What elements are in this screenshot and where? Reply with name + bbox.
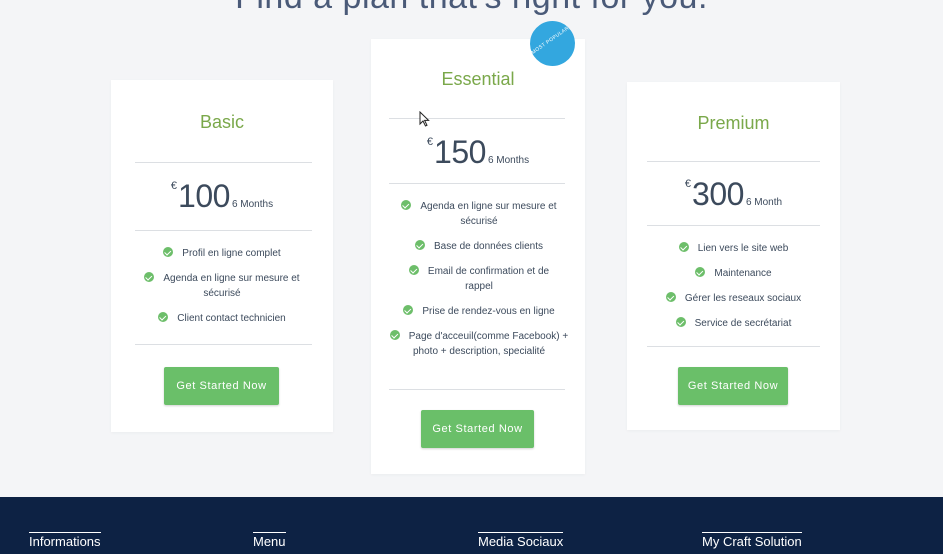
divider <box>389 183 565 184</box>
check-icon <box>678 242 689 252</box>
feature-list: Profil en ligne complet Agenda en ligne … <box>129 246 315 336</box>
footer-link-my-craft-solution[interactable]: My Craft Solution <box>702 532 802 549</box>
feature-item: Agenda en ligne sur mesure et sécurisé <box>129 271 315 301</box>
divider <box>389 118 565 119</box>
get-started-button-basic[interactable]: Get Started Now <box>164 367 279 405</box>
price-amount: 100 <box>178 178 230 214</box>
check-icon <box>389 330 400 340</box>
divider <box>647 161 820 162</box>
divider <box>135 162 312 163</box>
feature-item: Agenda en ligne sur mesure et sécurisé <box>397 199 561 229</box>
check-icon <box>408 265 419 275</box>
page-heading: Find a plan that's right for you. <box>0 0 943 17</box>
currency-symbol: € <box>170 180 178 192</box>
check-icon <box>415 240 426 250</box>
plan-price: €300 6 Month <box>627 176 840 213</box>
mouse-cursor-icon <box>419 110 430 132</box>
feature-item: Profil en ligne complet <box>129 246 315 261</box>
check-icon <box>158 312 169 322</box>
price-period: 6 Months <box>487 155 530 166</box>
price-amount: 150 <box>434 134 486 170</box>
price-period: 6 Month <box>745 197 783 208</box>
feature-item: Service de secrétariat <box>645 316 822 331</box>
get-started-button-premium[interactable]: Get Started Now <box>678 367 788 405</box>
plan-name: Basic <box>199 112 244 132</box>
currency-symbol: € <box>684 178 692 190</box>
feature-item: Lien vers le site web <box>645 241 822 256</box>
divider <box>389 389 565 390</box>
site-footer: Informations Menu Media Sociaux My Craft… <box>0 497 943 554</box>
price-period: 6 Months <box>231 199 274 210</box>
footer-link-menu[interactable]: Menu <box>253 532 286 549</box>
check-icon <box>665 292 676 302</box>
check-icon <box>163 247 174 257</box>
footer-link-media-sociaux[interactable]: Media Sociaux <box>478 532 564 549</box>
plan-name: Premium <box>697 113 770 133</box>
feature-item: Client contact technicien <box>129 311 315 326</box>
plan-price: €150 6 Months <box>371 134 585 171</box>
plan-card-essential: Essential €150 6 Months Agenda en ligne s… <box>371 39 585 474</box>
price-amount: 300 <box>692 176 744 212</box>
footer-link-informations[interactable]: Informations <box>29 532 101 549</box>
divider <box>135 344 312 345</box>
feature-list: Agenda en ligne sur mesure et sécurisé B… <box>389 199 568 369</box>
get-started-button-essential[interactable]: Get Started Now <box>421 410 534 448</box>
divider <box>647 346 820 347</box>
check-icon <box>144 272 155 282</box>
currency-symbol: € <box>426 136 434 148</box>
check-icon <box>401 200 412 210</box>
feature-item: Prise de rendez-vous en ligne <box>397 304 561 319</box>
plan-price: €100 6 Months <box>111 178 333 215</box>
plan-card-basic: Basic €100 6 Months Profil en ligne compl… <box>111 80 333 432</box>
plan-name: Essential <box>441 69 515 89</box>
divider <box>647 225 820 226</box>
feature-list: Lien vers le site web Maintenance Gérer … <box>645 241 822 341</box>
check-icon <box>695 267 706 277</box>
feature-item: Gérer les reseaux sociaux <box>645 291 822 306</box>
divider <box>135 230 312 231</box>
feature-item: Base de données clients <box>397 239 561 254</box>
feature-item: Email de confirmation et de rappel <box>397 264 561 294</box>
check-icon <box>675 317 686 327</box>
plan-card-premium: Premium €300 6 Month Lien vers le site we… <box>627 82 840 430</box>
feature-item: Maintenance <box>645 266 822 281</box>
check-icon <box>403 305 414 315</box>
feature-item: Page d'acceuil(comme Facebook) + photo +… <box>389 329 569 359</box>
